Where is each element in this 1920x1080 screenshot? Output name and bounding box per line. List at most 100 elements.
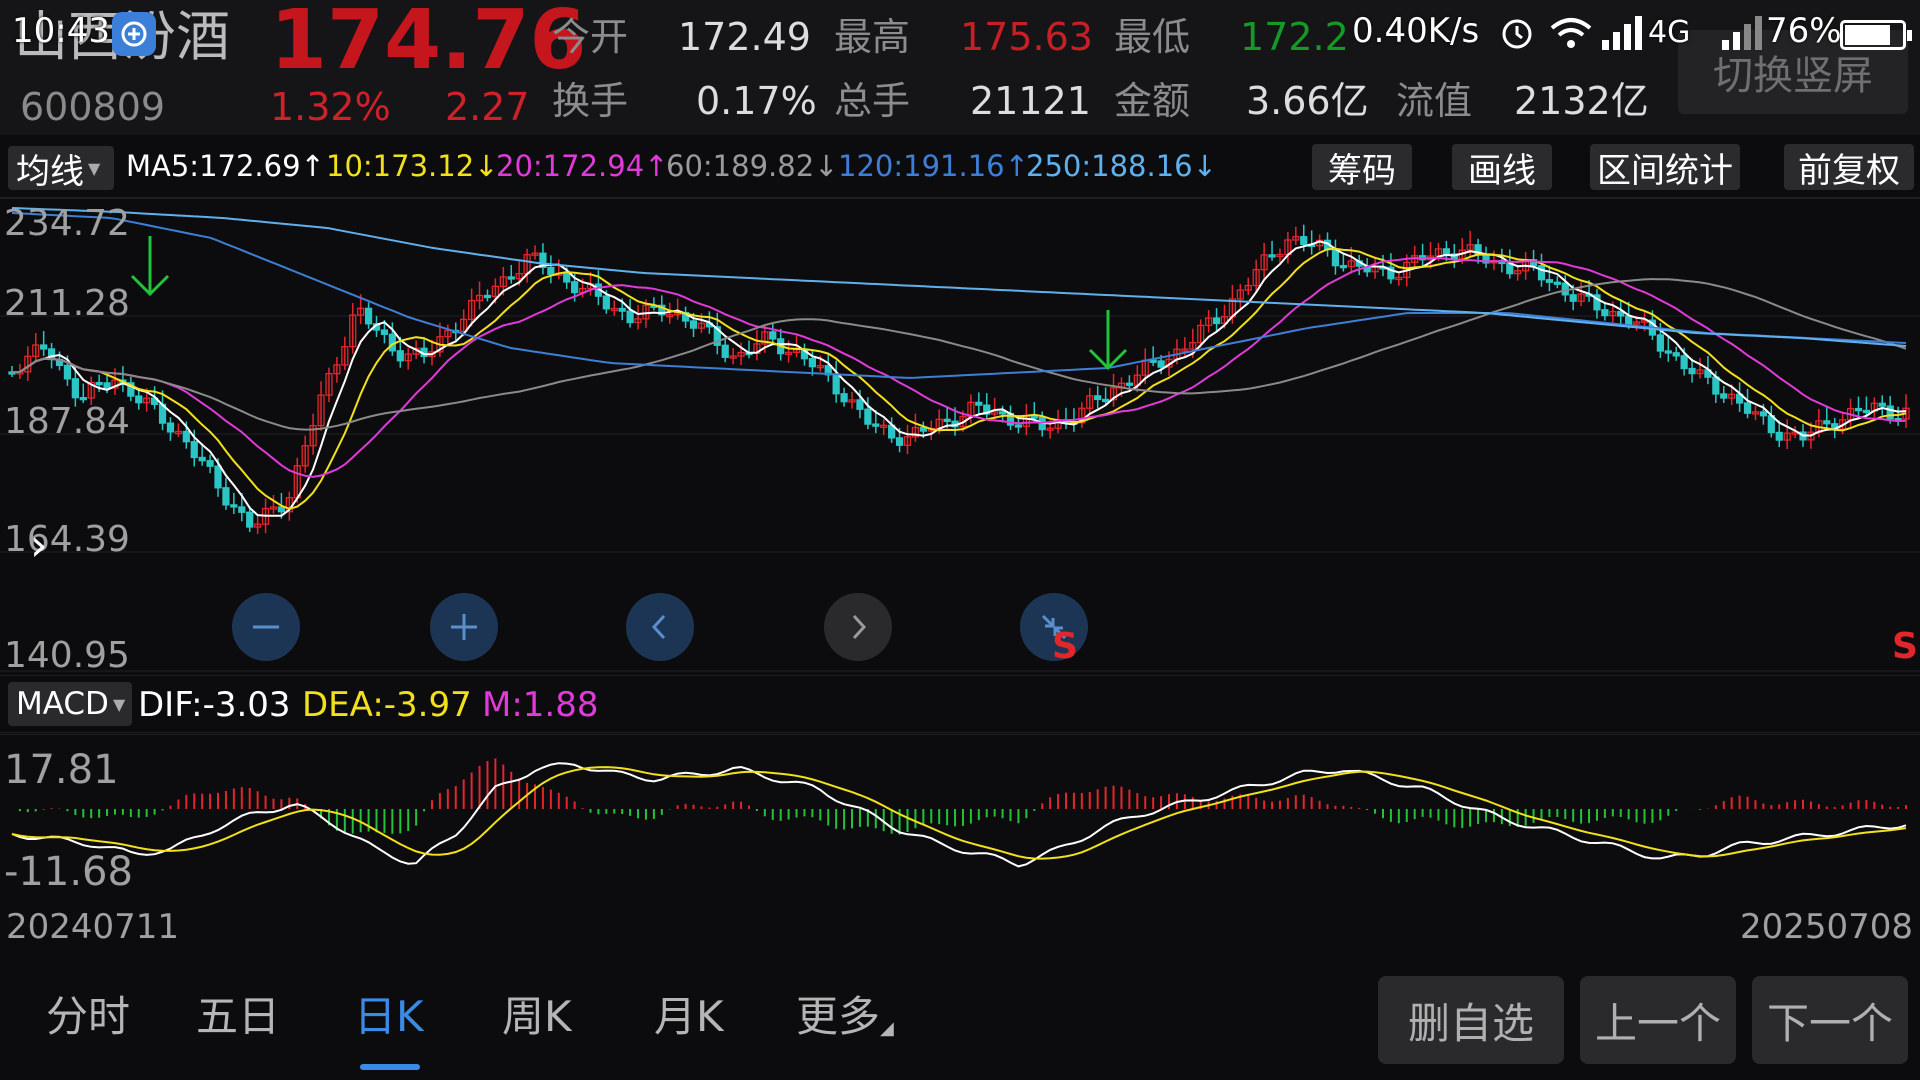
float-cap-value: 2132亿 (1514, 79, 1649, 123)
ma10-value: 10:173.12↓ (326, 149, 499, 183)
candle-body (63, 364, 72, 380)
ma250-value: 250:188.16↓ (1026, 149, 1217, 183)
price-axis-label: 164.39 (4, 519, 130, 560)
candle-body (1720, 393, 1728, 399)
high-label: 最高 (834, 15, 911, 59)
dea-line (11, 766, 1907, 860)
tab-more-label: 更多 (796, 992, 881, 1041)
candle-body (769, 331, 777, 340)
candle-body (618, 307, 626, 312)
candle-body (198, 456, 206, 462)
candle-body (238, 506, 246, 513)
candle-body (808, 358, 816, 368)
price-axis-label: 234.72 (4, 203, 130, 244)
candle-body (1862, 409, 1871, 414)
candle-body (1672, 352, 1680, 357)
candle-body (975, 401, 983, 406)
tab-intraday[interactable]: 分时 (46, 996, 130, 1038)
candle-body (1775, 431, 1783, 441)
ma60-value: 60:189.82↓ (666, 149, 839, 183)
candle-body (1442, 248, 1451, 255)
zoom-out-icon[interactable] (232, 593, 300, 661)
tab-five-day[interactable]: 五日 (196, 996, 280, 1038)
candle-body (895, 437, 904, 446)
tab-more[interactable]: 更多◢ (796, 996, 894, 1038)
candle-body (998, 411, 1007, 415)
macd-selector[interactable]: MACD ▼ (8, 682, 132, 726)
candle-body (277, 506, 286, 513)
candle-body (1149, 359, 1157, 363)
candle-body (626, 310, 634, 324)
candle-body (1339, 264, 1347, 269)
candle-body (1030, 415, 1038, 419)
scroll-left-icon[interactable] (626, 593, 694, 661)
candle-body (1553, 281, 1561, 285)
macd-dif: DIF:-3.03 (138, 685, 291, 725)
candle-body (1125, 382, 1134, 386)
tab-daily-k[interactable]: 日K (354, 996, 424, 1038)
macd-dea: DEA:-3.97 (302, 685, 472, 725)
open-value: 172.49 (678, 15, 811, 59)
candle-body (71, 378, 79, 399)
scroll-right-icon[interactable] (824, 593, 892, 661)
candle-body (206, 460, 214, 467)
previous-stock-button[interactable]: 上一个 (1580, 976, 1736, 1064)
stock-name: 山西汾酒 (14, 5, 230, 68)
draw-line-button[interactable]: 画线 (1452, 144, 1552, 191)
price-axis-label: 187.84 (4, 401, 130, 442)
remove-watchlist-button[interactable]: 删自选 (1378, 976, 1564, 1064)
switch-portrait-button[interactable]: 切换竖屏 (1678, 30, 1908, 114)
price-axis-label: 211.28 (4, 283, 130, 324)
candle-body (1823, 420, 1831, 425)
stock-code: 600809 (20, 85, 166, 129)
candle-body (721, 344, 729, 358)
candle-body (1094, 395, 1102, 401)
candle-body (1268, 254, 1276, 258)
candle-body (1300, 236, 1308, 246)
candle-body (1506, 262, 1514, 275)
candle-body (1680, 355, 1688, 370)
candle-body (1743, 402, 1752, 414)
active-tab-indicator (360, 1064, 420, 1070)
range-stats-button[interactable]: 区间统计 (1590, 144, 1740, 191)
ma5-value: MA5:172.69↑ (126, 149, 325, 183)
macd-chart[interactable]: 17.81 -11.68 (0, 734, 1920, 894)
chips-button[interactable]: 筹码 (1312, 144, 1412, 191)
end-date: 20250708 (1740, 907, 1914, 947)
candle-body (872, 423, 880, 427)
change-amount: 2.27 (445, 85, 530, 129)
macd-m: M:1.88 (482, 685, 599, 725)
ma20-line (11, 256, 1907, 478)
candle-body (1569, 294, 1577, 302)
zoom-in-icon[interactable] (430, 593, 498, 661)
expand-arrow-icon[interactable]: › (30, 520, 48, 571)
high-value: 175.63 (960, 15, 1093, 59)
ma-selector-label: 均线 (16, 151, 84, 192)
candle-body (1545, 279, 1554, 283)
candle-body (1625, 315, 1633, 325)
more-corner-icon: ◢ (880, 1018, 894, 1039)
change-percent: 1.32% (270, 85, 391, 129)
next-stock-button[interactable]: 下一个 (1752, 976, 1908, 1064)
low-value: 172.2 (1240, 15, 1349, 59)
candle-body (943, 418, 951, 423)
start-date: 20240711 (6, 907, 180, 947)
ma-indicator-bar: 均线 ▼ MA5:172.69↑ 10:173.12↓ 20:172.94↑ 60… (0, 138, 1920, 198)
candle-body (1102, 398, 1110, 403)
candle-body (246, 511, 254, 528)
macd-indicator-bar: MACD ▼ DIF:-3.03 DEA:-3.97 M:1.88 (0, 675, 1920, 733)
tab-monthly-k[interactable]: 月K (654, 996, 724, 1038)
candle-body (1664, 350, 1672, 354)
candle-body (1561, 282, 1569, 296)
kline-chart[interactable]: 234.72 211.28 187.84 164.39 140.95 › S S (0, 198, 1920, 676)
adjust-mode-button[interactable]: 前复权 (1784, 144, 1914, 191)
dif-line (11, 762, 1907, 868)
candle-body (1537, 265, 1546, 281)
price-axis-label: 140.95 (4, 635, 130, 676)
current-price: 174.76 (270, 0, 587, 88)
candle-body (1886, 405, 1894, 420)
candle-body (1331, 248, 1340, 267)
candle-body (1212, 317, 1221, 325)
tab-weekly-k[interactable]: 周K (502, 996, 572, 1038)
ma-selector[interactable]: 均线 ▼ (8, 146, 114, 192)
